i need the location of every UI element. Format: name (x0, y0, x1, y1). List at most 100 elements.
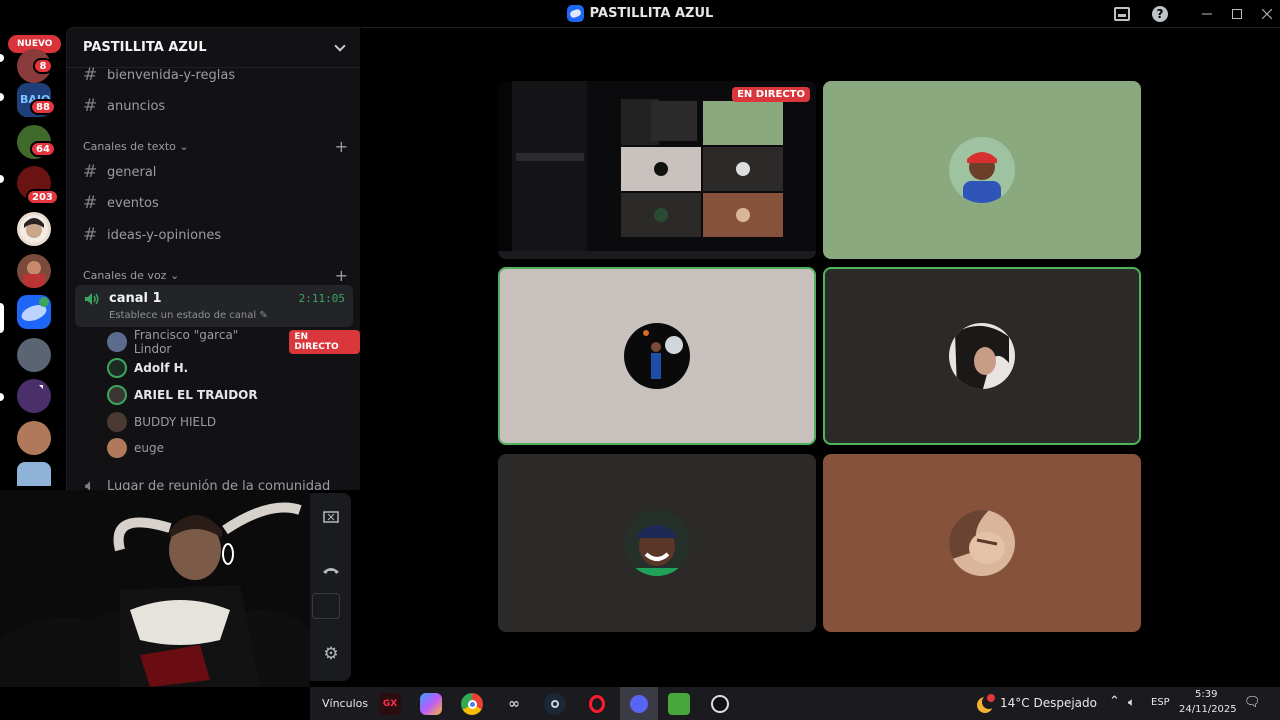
clock-time[interactable]: 5:39 (1195, 689, 1217, 700)
copilot-icon[interactable] (420, 693, 442, 715)
webcam-feed (0, 490, 310, 687)
channel-eventos[interactable]: # eventos (83, 192, 159, 214)
chevron-up-icon[interactable]: ⌃ (1109, 694, 1120, 709)
avatar-image (20, 215, 48, 243)
clock-date[interactable]: 24/11/2025 (1179, 704, 1237, 715)
participant-avatar (624, 510, 690, 576)
webcam-overlay (0, 490, 310, 687)
maximize-button[interactable] (1226, 0, 1248, 27)
mention-badge: 64 (30, 141, 56, 157)
avatar (107, 438, 127, 458)
dm-avatar[interactable] (17, 421, 51, 455)
voice-member[interactable]: BUDDY HIELD (107, 412, 216, 432)
dm-avatar[interactable] (17, 212, 51, 246)
activity-button[interactable] (312, 593, 340, 619)
member-name: ARIEL EL TRAIDOR (134, 388, 258, 402)
avatar-image (949, 137, 1015, 203)
discord-taskbar-button[interactable] (620, 687, 658, 720)
voice-member[interactable]: ARIEL EL TRAIDOR (107, 385, 258, 405)
moon-icon (977, 694, 996, 713)
selected-indicator (0, 303, 4, 333)
category-text-channels[interactable]: Canales de texto ⌄ + (83, 137, 348, 156)
channel-status-prompt[interactable]: Establece un estado de canal ✎ (109, 310, 268, 321)
guild-header[interactable]: PASTILLITA AZUL (67, 28, 360, 68)
avatar-image (624, 510, 690, 576)
pencil-icon: ✎ (259, 310, 268, 321)
obs-icon[interactable] (709, 693, 731, 715)
voice-member[interactable]: Francisco "garca" Lindor EN DIRECTO (107, 328, 360, 356)
participant-avatar (949, 137, 1015, 203)
avatar (107, 385, 127, 405)
language-indicator[interactable]: ESP (1151, 697, 1170, 708)
participant-tile[interactable] (823, 454, 1141, 632)
participant-avatar (624, 323, 690, 389)
speaker-icon: 🔈︎ (84, 476, 96, 490)
avatar (107, 412, 127, 432)
dm-avatar[interactable] (17, 379, 51, 413)
stream-preview (498, 81, 816, 259)
guild-name: PASTILLITA AZUL (83, 40, 207, 55)
opera-icon[interactable] (586, 693, 608, 715)
voice-member[interactable]: euge (107, 438, 164, 458)
mention-badge: 203 (26, 189, 59, 205)
volume-icon[interactable]: 🔈︎ (1128, 695, 1135, 710)
link-app-icon[interactable]: ∞ (503, 693, 525, 715)
channel-label: anuncios (107, 98, 166, 114)
speaker-icon (85, 293, 99, 305)
links-toolbar[interactable]: Vínculos (322, 697, 368, 710)
stream-tile[interactable]: EN DIRECTO (498, 81, 816, 259)
disconnect-button[interactable] (318, 557, 344, 583)
server-icon-selected[interactable] (17, 295, 51, 329)
notification-icon[interactable]: 🗨︎ (1244, 695, 1261, 710)
hash-icon: # (83, 65, 98, 85)
participant-tile[interactable] (823, 81, 1141, 259)
settings-button[interactable]: ⚙ (318, 641, 344, 667)
maximize-icon (1232, 8, 1242, 19)
participant-tile[interactable] (498, 454, 816, 632)
status-prompt-text: Establece un estado de canal (109, 310, 257, 321)
avatar-image (949, 510, 1015, 576)
os-taskbar: Vínculos GX ∞ 14°C Despejado ⌃ 🔈︎ ESP 5:… (310, 687, 1280, 720)
participant-tile-speaking[interactable] (498, 267, 816, 445)
dm-avatar[interactable] (17, 462, 51, 486)
phone-hangup-icon (323, 568, 339, 574)
close-button[interactable] (1256, 0, 1278, 27)
chrome-icon[interactable] (461, 693, 483, 715)
channel-label: bienvenida-y-reglas (107, 67, 236, 83)
unread-dot (0, 54, 4, 62)
category-voice-channels[interactable]: Canales de voz ⌄ + (83, 266, 348, 285)
channel-ideas[interactable]: # ideas-y-opiniones (83, 224, 221, 246)
help-icon[interactable]: ? (1148, 0, 1172, 27)
chevron-down-icon (334, 39, 346, 52)
minimize-button[interactable] (1196, 0, 1218, 27)
avatar-image (624, 323, 690, 389)
speaker-icon (39, 385, 43, 389)
window-title-text: PASTILLITA AZUL (589, 6, 714, 21)
channel-general[interactable]: # general (83, 161, 156, 183)
channel-bienvenida[interactable]: # bienvenida-y-reglas (83, 64, 235, 86)
android-app-icon[interactable] (668, 693, 690, 715)
inbox-icon[interactable] (1110, 0, 1134, 27)
voice-channel-community[interactable]: 🔈︎ Lugar de reunión de la comunidad (83, 475, 330, 490)
weather-icon[interactable] (974, 693, 996, 715)
category-label: Canales de voz (83, 269, 167, 282)
opera-gx-icon[interactable]: GX (379, 693, 401, 715)
gx-label: GX (382, 699, 398, 709)
stop-stream-button[interactable] (318, 505, 344, 531)
channel-label: ideas-y-opiniones (107, 227, 222, 243)
avatar (107, 358, 127, 378)
steam-icon[interactable] (544, 693, 566, 715)
category-label: Canales de texto (83, 140, 176, 153)
hash-icon: # (83, 193, 98, 213)
dm-avatar[interactable] (17, 338, 51, 372)
live-badge: EN DIRECTO (289, 330, 360, 354)
channel-sidebar: PASTILLITA AZUL # bienvenida-y-reglas # … (66, 27, 360, 490)
add-channel-icon[interactable]: + (335, 266, 348, 285)
voice-channel-active[interactable]: canal 1 2:11:05 Establece un estado de c… (75, 285, 353, 327)
add-channel-icon[interactable]: + (335, 137, 348, 156)
channel-anuncios[interactable]: # anuncios (83, 95, 165, 117)
weather-text[interactable]: 14°C Despejado (1000, 696, 1097, 710)
participant-tile-speaking[interactable] (823, 267, 1141, 445)
dm-avatar[interactable] (17, 254, 51, 288)
voice-member[interactable]: Adolf H. (107, 358, 188, 378)
